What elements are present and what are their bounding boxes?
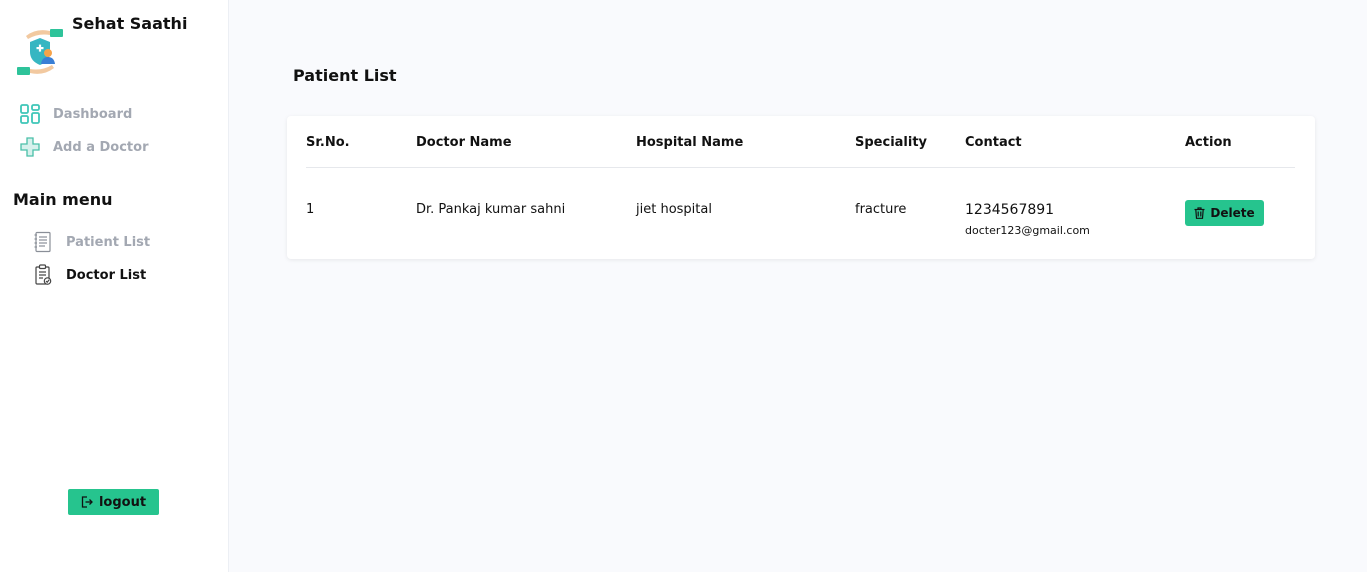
column-header-sr-no: Sr.No.: [306, 135, 350, 150]
cell-contact-phone: 1234567891: [965, 202, 1055, 218]
brand-title: Sehat Saathi: [72, 14, 188, 33]
nav-item-label: Dashboard: [53, 106, 133, 122]
dashboard-grid-icon: [20, 104, 40, 124]
patient-table-card: Sr.No. Doctor Name Hospital Name Special…: [287, 116, 1315, 259]
nav-item-dashboard[interactable]: Dashboard: [20, 102, 132, 126]
clipboard-check-icon: [33, 264, 53, 286]
menu-item-label: Patient List: [66, 234, 151, 250]
column-header-doctor-name: Doctor Name: [416, 135, 512, 150]
cell-hospital-name: jiet hospital: [636, 202, 712, 217]
cell-doctor-name: Dr. Pankaj kumar sahni: [416, 202, 566, 217]
header-divider: [306, 167, 1295, 168]
logout-button[interactable]: logout: [68, 489, 159, 515]
medical-cross-icon: [20, 137, 40, 157]
cell-sr-no: 1: [306, 202, 315, 217]
nav-item-label: Add a Doctor: [53, 139, 149, 155]
logout-arrow-icon: [81, 496, 93, 508]
main-menu-heading: Main menu: [13, 190, 113, 209]
menu-item-patient-list[interactable]: Patient List: [33, 230, 150, 254]
menu-item-doctor-list[interactable]: Doctor List: [33, 263, 146, 287]
delete-label: Delete: [1210, 206, 1255, 220]
delete-button[interactable]: Delete: [1185, 200, 1264, 226]
cell-speciality: fracture: [855, 202, 907, 217]
menu-item-label: Doctor List: [66, 267, 147, 283]
nav-item-add-doctor[interactable]: Add a Doctor: [20, 135, 148, 159]
page-title: Patient List: [293, 66, 397, 85]
column-header-speciality: Speciality: [855, 135, 928, 150]
column-header-contact: Contact: [965, 135, 1022, 150]
trash-icon: [1194, 207, 1205, 219]
care-hands-shield-doctor-icon: [14, 22, 66, 78]
column-header-hospital-name: Hospital Name: [636, 135, 744, 150]
logout-label: logout: [98, 494, 147, 510]
document-list-icon: [33, 231, 53, 253]
sidebar: Sehat Saathi Dashboard Add a Doctor Main…: [0, 0, 229, 572]
column-header-action: Action: [1185, 135, 1232, 150]
cell-contact-email: docter123@gmail.com: [965, 224, 1090, 237]
